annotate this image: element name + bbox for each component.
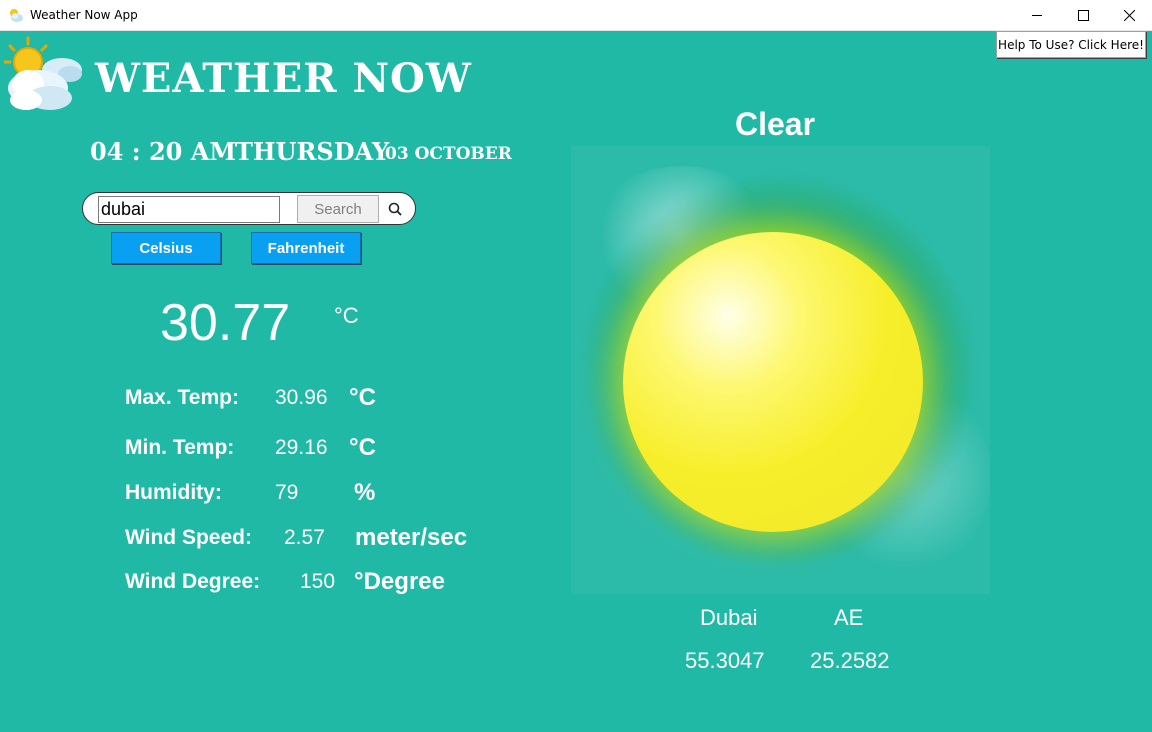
temperature-unit: °C bbox=[334, 303, 359, 328]
city-label: Dubai bbox=[700, 605, 758, 630]
app-weather-icon bbox=[10, 9, 23, 22]
weather-sun-icon bbox=[571, 146, 990, 594]
celsius-button[interactable]: Celsius bbox=[111, 232, 221, 264]
humidity-label: Humidity: bbox=[125, 481, 222, 504]
weather-condition: Clear bbox=[735, 106, 816, 142]
country-label: AE bbox=[834, 605, 864, 630]
search-button[interactable]: Search bbox=[297, 195, 379, 223]
humidity-value: 79 bbox=[275, 481, 299, 504]
sun-core bbox=[623, 232, 923, 532]
maximize-icon bbox=[1078, 10, 1089, 21]
maximize-button[interactable] bbox=[1060, 0, 1106, 31]
wind-speed-label: Wind Speed: bbox=[125, 526, 252, 549]
min-temp-value: 29.16 bbox=[275, 436, 328, 459]
window-title: Weather Now App bbox=[30, 8, 138, 22]
date-label: 03 October bbox=[385, 144, 512, 164]
minimize-button[interactable] bbox=[1014, 0, 1060, 31]
longitude-label: 55.3047 bbox=[685, 648, 765, 673]
max-temp-label: Max. Temp: bbox=[125, 386, 239, 409]
max-temp-value: 30.96 bbox=[275, 386, 328, 409]
main-window: Help To Use? Click Here! Weather Now 04 … bbox=[0, 31, 1152, 732]
max-temp-unit: °C bbox=[349, 384, 376, 411]
help-button[interactable]: Help To Use? Click Here! bbox=[996, 31, 1146, 58]
close-button[interactable] bbox=[1106, 0, 1152, 31]
search-bar: Search bbox=[82, 192, 416, 225]
wind-speed-value: 2.57 bbox=[284, 526, 325, 549]
close-icon bbox=[1124, 10, 1135, 21]
weather-logo-icon bbox=[4, 36, 82, 110]
search-icon bbox=[388, 202, 402, 216]
time-label: 04 : 20 AM bbox=[90, 137, 236, 166]
wind-speed-unit: meter/sec bbox=[355, 524, 468, 551]
fahrenheit-button[interactable]: Fahrenheit bbox=[251, 232, 361, 264]
min-temp-label: Min. Temp: bbox=[125, 436, 235, 459]
search-icon-button[interactable] bbox=[379, 195, 411, 223]
current-temperature: 30.77 bbox=[160, 294, 291, 352]
min-temp-unit: °C bbox=[349, 434, 376, 461]
wind-degree-value: 150 bbox=[300, 570, 336, 593]
app-title: Weather Now bbox=[95, 55, 472, 102]
humidity-unit: % bbox=[354, 479, 376, 506]
title-bar: Weather Now App bbox=[0, 0, 1152, 31]
minimize-icon bbox=[1032, 15, 1042, 16]
latitude-label: 25.2582 bbox=[810, 648, 890, 673]
day-label: Thursday bbox=[235, 137, 390, 166]
wind-degree-unit: °Degree bbox=[354, 568, 445, 595]
search-input[interactable] bbox=[98, 196, 280, 223]
wind-degree-label: Wind Degree: bbox=[125, 570, 261, 593]
